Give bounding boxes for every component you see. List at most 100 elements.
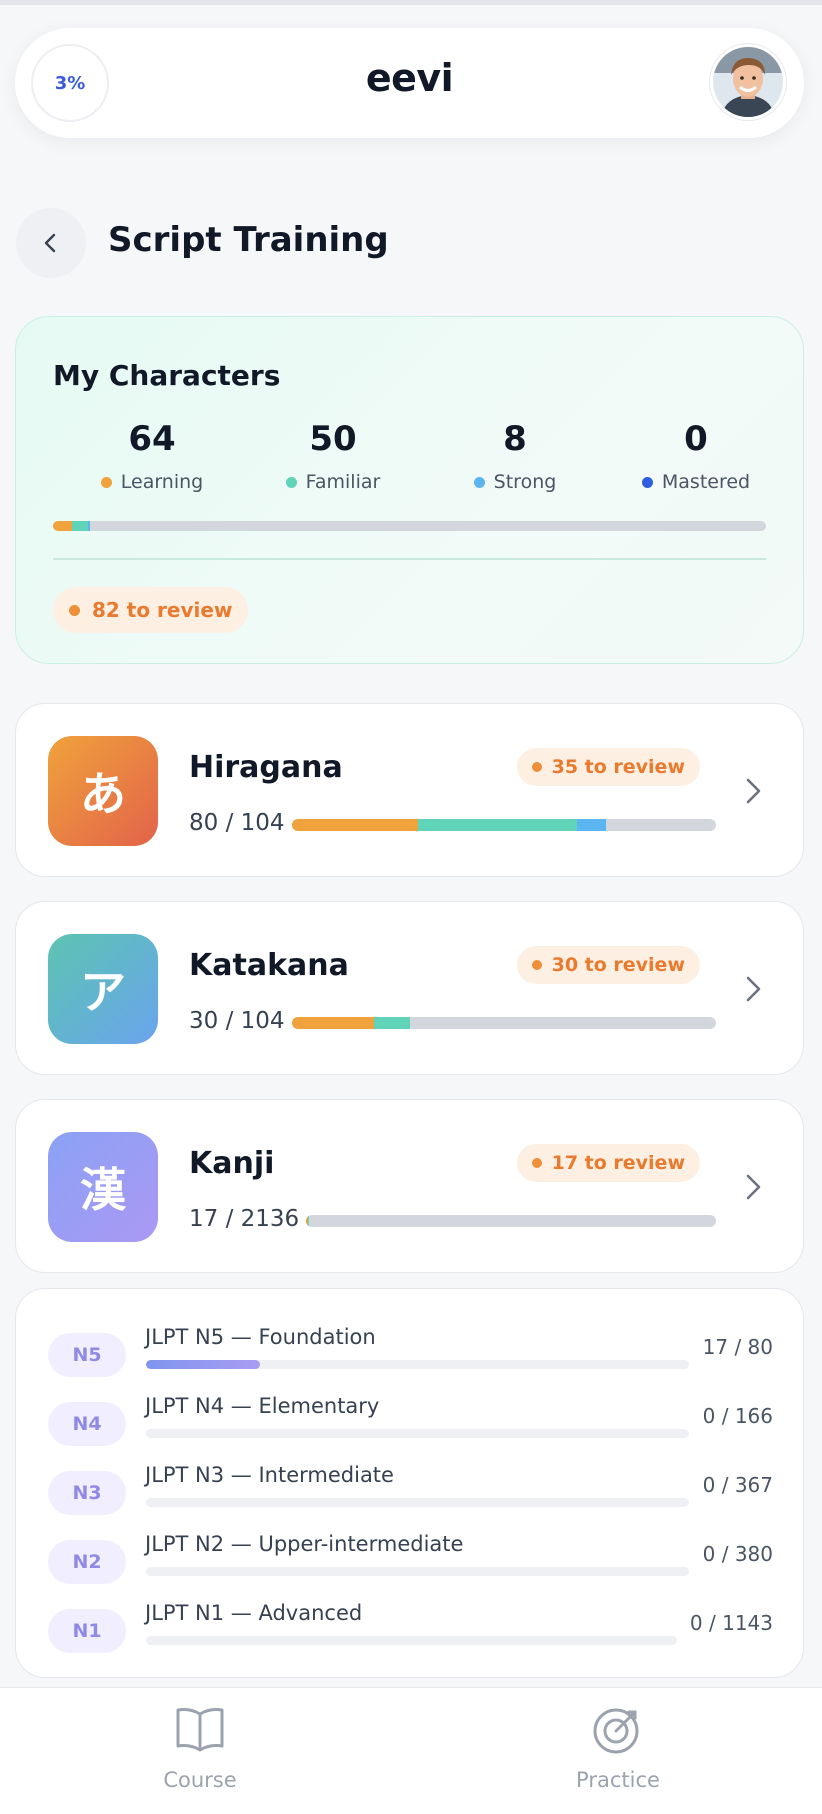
jlpt-level-badge: N1	[48, 1609, 126, 1653]
jlpt-levels-card: N5 JLPT N5 — Foundation 17 / 80 N4 JLPT …	[15, 1288, 804, 1678]
learning-segment	[53, 521, 73, 531]
jlpt-progress-bar	[146, 1429, 689, 1438]
jlpt-row-n3[interactable]: N3 JLPT N3 — Intermediate 0 / 367	[16, 1461, 805, 1521]
page-title: Script Training	[108, 220, 389, 260]
app-brand: eevi	[365, 56, 454, 100]
review-dot	[69, 604, 80, 616]
stat-label: Strong	[493, 471, 557, 493]
jlpt-title: JLPT N4 — Elementary	[145, 1394, 380, 1418]
jlpt-progress-bar	[146, 1636, 677, 1645]
review-badge-label: 17 to review	[551, 1152, 685, 1174]
script-progress-bar	[292, 819, 716, 831]
review-dot	[531, 762, 542, 772]
jlpt-level-badge: N3	[48, 1471, 126, 1515]
strong-dot	[473, 476, 485, 488]
nav-practice-label: Practice	[576, 1768, 660, 1792]
jlpt-level-badge: N2	[48, 1540, 126, 1584]
script-name: Kanji	[189, 1146, 275, 1181]
jlpt-level-badge: N5	[48, 1333, 126, 1377]
review-dot	[531, 1158, 542, 1168]
script-count: 30 / 104	[189, 1008, 285, 1034]
nav-practice[interactable]: Practice	[528, 1704, 708, 1792]
script-progress-bar	[292, 1017, 716, 1029]
learning-dot	[100, 476, 112, 488]
stat-familiar: 50 Familiar	[243, 419, 423, 493]
script-progress-bar	[306, 1215, 716, 1227]
jlpt-title: JLPT N2 — Upper-intermediate	[145, 1532, 464, 1556]
review-all-button[interactable]: 82 to review	[53, 587, 249, 633]
review-badge: 17 to review	[516, 1144, 700, 1182]
jlpt-count: 0 / 1143	[689, 1611, 773, 1635]
stat-label: Mastered	[661, 471, 751, 493]
stat-value: 8	[503, 419, 527, 459]
jlpt-level-badge: N4	[48, 1402, 126, 1446]
learning-segment	[292, 819, 419, 831]
jlpt-title: JLPT N3 — Intermediate	[145, 1463, 394, 1487]
review-badge: 35 to review	[516, 748, 700, 786]
chevron-right-icon	[746, 1174, 761, 1200]
target-icon	[593, 1708, 639, 1754]
my-characters-card: My Characters 64 Learning 50 Familiar 8 …	[15, 316, 804, 664]
familiar-segment	[72, 521, 88, 531]
back-button[interactable]	[16, 208, 86, 278]
script-card-hiragana[interactable]: あ Hiragana 80 / 104 35 to review	[15, 703, 804, 877]
script-name: Katakana	[189, 948, 349, 983]
script-card-kanji[interactable]: 漢 Kanji 17 / 2136 17 to review	[15, 1099, 804, 1273]
jlpt-progress-bar	[146, 1360, 689, 1369]
review-label: 82 to review	[92, 598, 233, 622]
nav-course-label: Course	[163, 1768, 237, 1792]
jlpt-row-n5[interactable]: N5 JLPT N5 — Foundation 17 / 80	[16, 1323, 805, 1383]
stat-value: 0	[684, 419, 708, 459]
learning-segment	[292, 1017, 374, 1029]
katakana-icon: ア	[48, 934, 158, 1044]
jlpt-title: JLPT N5 — Foundation	[145, 1325, 376, 1349]
stat-label: Familiar	[305, 471, 381, 493]
top-edge	[0, 0, 822, 5]
stat-value: 50	[309, 419, 357, 459]
stat-label: Learning	[120, 471, 204, 493]
jlpt-row-n4[interactable]: N4 JLPT N4 — Elementary 0 / 166	[16, 1392, 805, 1452]
my-characters-title: My Characters	[53, 359, 281, 392]
overall-progress-bar	[53, 521, 766, 531]
familiar-dot	[285, 476, 297, 488]
chevron-right-icon	[746, 976, 761, 1002]
bottom-nav: Course Practice	[0, 1687, 822, 1814]
review-badge-label: 30 to review	[551, 954, 685, 976]
book-icon	[176, 1708, 224, 1752]
hiragana-icon: あ	[48, 736, 158, 846]
jlpt-count: 0 / 367	[702, 1473, 773, 1497]
kanji-icon: 漢	[48, 1132, 158, 1242]
jlpt-progress-bar	[146, 1567, 689, 1576]
stat-mastered: 0 Mastered	[606, 419, 786, 493]
script-count: 80 / 104	[189, 810, 285, 836]
avatar-image	[713, 47, 783, 117]
jlpt-row-n1[interactable]: N1 JLPT N1 — Advanced 0 / 1143	[16, 1599, 805, 1659]
jlpt-row-n2[interactable]: N2 JLPT N2 — Upper-intermediate 0 / 380	[16, 1530, 805, 1590]
nav-course[interactable]: Course	[110, 1704, 290, 1792]
review-badge: 30 to review	[516, 946, 700, 984]
jlpt-count: 17 / 80	[702, 1335, 773, 1359]
divider	[53, 558, 766, 560]
script-name: Hiragana	[189, 750, 343, 785]
jlpt-title: JLPT N1 — Advanced	[145, 1601, 363, 1625]
jlpt-count: 0 / 380	[702, 1542, 773, 1566]
chevron-left-icon	[44, 233, 56, 253]
stat-learning: 64 Learning	[62, 419, 242, 493]
script-count: 17 / 2136	[189, 1206, 300, 1232]
strong-segment	[577, 819, 606, 831]
familiar-segment	[373, 1017, 411, 1029]
script-card-katakana[interactable]: ア Katakana 30 / 104 30 to review	[15, 901, 804, 1075]
stat-value: 64	[128, 419, 176, 459]
jlpt-progress-fill	[146, 1360, 261, 1369]
review-badge-label: 35 to review	[551, 756, 685, 778]
jlpt-count: 0 / 166	[702, 1404, 773, 1428]
review-dot	[531, 960, 542, 970]
top-header: 3% eevi	[15, 28, 804, 138]
jlpt-progress-bar	[146, 1498, 689, 1507]
avatar[interactable]	[710, 44, 786, 120]
familiar-segment	[308, 1215, 310, 1227]
chevron-right-icon	[746, 778, 761, 804]
familiar-segment	[418, 819, 578, 831]
stat-strong: 8 Strong	[425, 419, 605, 493]
mastered-dot	[641, 476, 653, 488]
